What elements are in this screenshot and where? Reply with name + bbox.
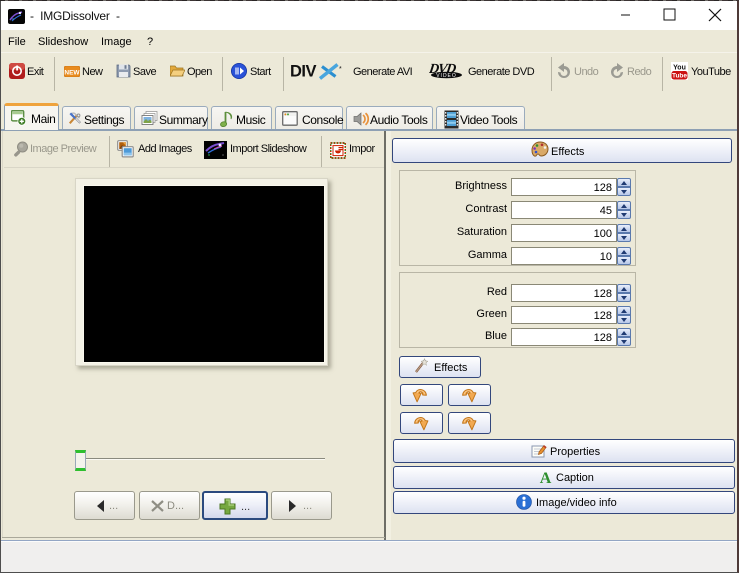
svg-text:NEW: NEW — [64, 70, 80, 77]
svg-text:DIV: DIV — [291, 63, 317, 80]
svg-text:A: A — [540, 470, 552, 485]
svg-text:*: * — [339, 66, 342, 73]
svg-text:You: You — [673, 65, 686, 72]
svg-text:Tube: Tube — [672, 73, 687, 80]
svg-text:VIDEO: VIDEO — [436, 73, 457, 79]
